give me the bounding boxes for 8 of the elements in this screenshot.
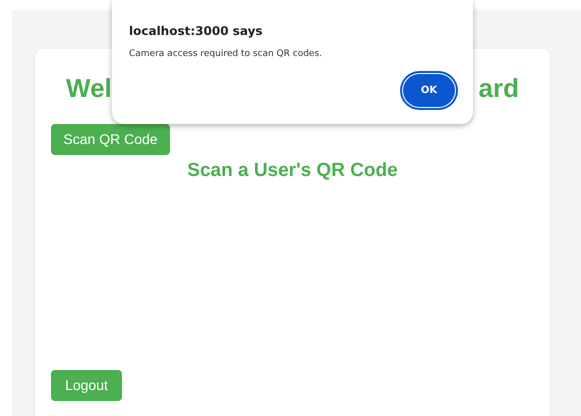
section-heading: Scan a User's QR Code <box>187 159 398 183</box>
dialog-title: localhost:3000 says <box>129 23 263 40</box>
logout-button[interactable]: Logout <box>51 370 122 400</box>
heading-text: ard <box>478 72 519 104</box>
heading-text: Wel <box>66 72 112 104</box>
dialog-message: Camera access required to scan QR codes. <box>129 48 322 61</box>
ok-button[interactable]: OK <box>403 74 455 106</box>
scan-qr-button[interactable]: Scan QR Code <box>51 124 170 155</box>
